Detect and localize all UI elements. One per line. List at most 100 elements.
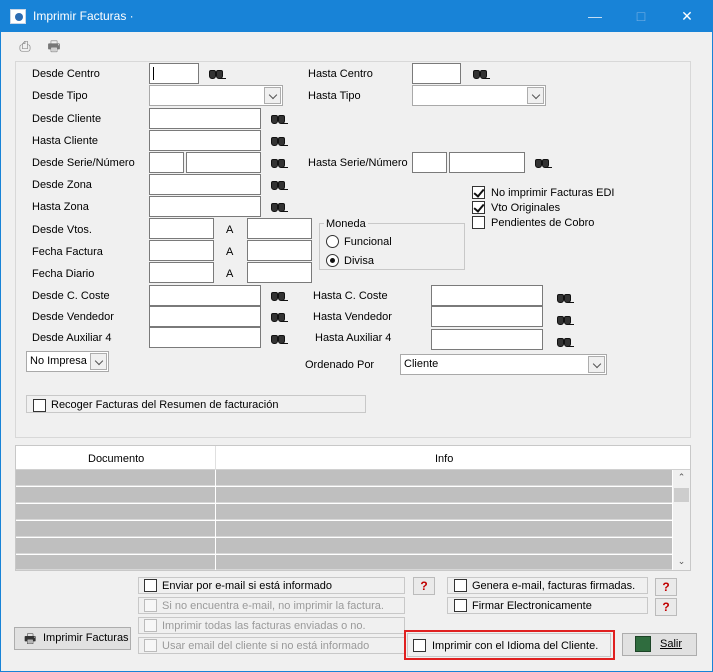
- enviar-email-label: Enviar por e-mail si está informado: [162, 580, 332, 592]
- table-row[interactable]: [16, 538, 672, 554]
- desde-zona-input[interactable]: [149, 174, 261, 195]
- column-divider: [215, 470, 216, 570]
- fecha-diario-hasta-input[interactable]: [247, 262, 312, 283]
- impresa-select[interactable]: No Impresa: [26, 351, 109, 372]
- desde-serie-label: Desde Serie/Número: [32, 157, 135, 169]
- search-desde-zona-icon[interactable]: [270, 179, 288, 191]
- si-no-email-checkbox[interactable]: [144, 599, 157, 612]
- hasta-serie-input[interactable]: [412, 152, 447, 173]
- desde-centro-label: Desde Centro: [32, 68, 100, 80]
- hasta-zona-label: Hasta Zona: [32, 201, 89, 213]
- table-row[interactable]: [16, 521, 672, 537]
- chevron-down-icon[interactable]: [90, 353, 107, 370]
- hasta-vendedor-input[interactable]: [431, 306, 543, 327]
- no-edi-label: No imprimir Facturas EDI: [491, 187, 615, 199]
- imprimir-facturas-label: Imprimir Facturas: [43, 632, 129, 644]
- minimize-button[interactable]: —: [572, 1, 618, 32]
- search-hasta-coste-icon[interactable]: [556, 292, 574, 304]
- close-button[interactable]: ✕: [664, 1, 710, 32]
- fecha-diario-desde-input[interactable]: [149, 262, 214, 283]
- table-row[interactable]: [16, 555, 672, 570]
- moneda-title: Moneda: [324, 217, 368, 231]
- a-label: A: [226, 268, 234, 280]
- search-desde-cliente-icon[interactable]: [270, 113, 288, 125]
- search-desde-auxiliar-icon[interactable]: [270, 333, 288, 345]
- window-title: Imprimir Facturas ·: [33, 9, 134, 23]
- vto-originales-checkbox[interactable]: [472, 201, 485, 214]
- search-hasta-vendedor-icon[interactable]: [556, 314, 574, 326]
- no-edi-checkbox[interactable]: [472, 186, 485, 199]
- genera-email-label: Genera e-mail, facturas firmadas.: [472, 580, 636, 592]
- desde-vendedor-input[interactable]: [149, 306, 261, 327]
- help-firmar-icon[interactable]: ?: [655, 598, 677, 616]
- fecha-factura-desde-input[interactable]: [149, 240, 214, 261]
- title-bar: Imprimir Facturas · — □ ✕: [1, 1, 712, 32]
- chevron-down-icon[interactable]: [588, 356, 605, 373]
- table-row[interactable]: [16, 504, 672, 520]
- recoger-checkbox[interactable]: [33, 399, 46, 412]
- hasta-cliente-input[interactable]: [149, 130, 261, 151]
- usar-email-checkbox[interactable]: [144, 639, 157, 652]
- hasta-vtos-input[interactable]: [247, 218, 312, 239]
- si-no-email-label: Si no encuentra e-mail, no imprimir la f…: [162, 600, 384, 612]
- idioma-checkbox[interactable]: [413, 639, 426, 652]
- desde-cliente-input[interactable]: [149, 108, 261, 129]
- ordenado-por-label: Ordenado Por: [305, 359, 375, 371]
- desde-auxiliar-input[interactable]: [149, 327, 261, 348]
- idioma-label: Imprimir con el Idioma del Cliente.: [432, 640, 599, 652]
- scroll-down-icon[interactable]: ⌄: [676, 556, 687, 567]
- hasta-centro-label: Hasta Centro: [308, 68, 373, 80]
- impresa-value: No Impresa: [30, 355, 87, 367]
- hasta-coste-input[interactable]: [431, 285, 543, 306]
- desde-centro-input[interactable]: [149, 63, 199, 84]
- funcional-radio[interactable]: [326, 235, 339, 248]
- chevron-down-icon[interactable]: [527, 87, 544, 104]
- scroll-up-icon[interactable]: ⌃: [676, 472, 687, 483]
- hasta-numero-input[interactable]: [449, 152, 525, 173]
- header-divider: [215, 446, 216, 470]
- hasta-zona-input[interactable]: [149, 196, 261, 217]
- firmar-label: Firmar Electronicamente: [472, 600, 592, 612]
- help-genera-icon[interactable]: ?: [655, 578, 677, 596]
- search-desde-serie-icon[interactable]: [270, 157, 288, 169]
- search-hasta-zona-icon[interactable]: [270, 201, 288, 213]
- search-hasta-serie-icon[interactable]: [534, 157, 552, 169]
- search-hasta-cliente-icon[interactable]: [270, 135, 288, 147]
- preview-icon[interactable]: ⎙: [16, 37, 34, 55]
- imprimir-todas-checkbox[interactable]: [144, 619, 157, 632]
- scrollbar-thumb[interactable]: [674, 488, 689, 502]
- search-hasta-auxiliar-icon[interactable]: [556, 336, 574, 348]
- salir-button[interactable]: Salir: [622, 633, 697, 656]
- desde-coste-input[interactable]: [149, 285, 261, 306]
- hasta-centro-input[interactable]: [412, 63, 461, 84]
- genera-email-checkbox[interactable]: [454, 579, 467, 592]
- desde-tipo-select[interactable]: [149, 85, 283, 106]
- firmar-checkbox[interactable]: [454, 599, 467, 612]
- desde-serie-input[interactable]: [149, 152, 184, 173]
- table-row[interactable]: [16, 470, 672, 486]
- col-info[interactable]: Info: [435, 452, 453, 466]
- printer-icon[interactable]: 🖶: [45, 37, 63, 55]
- maximize-button[interactable]: □: [618, 1, 664, 32]
- help-email-icon[interactable]: ?: [413, 577, 435, 595]
- fecha-diario-label: Fecha Diario: [32, 268, 95, 280]
- table-row[interactable]: [16, 487, 672, 503]
- fecha-factura-hasta-input[interactable]: [247, 240, 312, 261]
- col-documento[interactable]: Documento: [88, 452, 144, 466]
- hasta-auxiliar-input[interactable]: [431, 329, 543, 350]
- desde-vtos-input[interactable]: [149, 218, 214, 239]
- search-desde-coste-icon[interactable]: [270, 290, 288, 302]
- divisa-radio[interactable]: [326, 254, 339, 267]
- ordenado-por-select[interactable]: Cliente: [400, 354, 607, 375]
- chevron-down-icon[interactable]: [264, 87, 281, 104]
- desde-numero-input[interactable]: [186, 152, 261, 173]
- grid-scrollbar[interactable]: ⌃ ⌄: [673, 470, 690, 570]
- imprimir-facturas-button[interactable]: 🖶 Imprimir Facturas: [14, 627, 131, 650]
- hasta-tipo-select[interactable]: [412, 85, 546, 106]
- search-desde-vendedor-icon[interactable]: [270, 311, 288, 323]
- pendientes-checkbox[interactable]: [472, 216, 485, 229]
- facturas-grid[interactable]: Documento Info ⌃ ⌄: [15, 445, 691, 571]
- search-desde-centro-icon[interactable]: [208, 68, 226, 80]
- enviar-email-checkbox[interactable]: [144, 579, 157, 592]
- search-hasta-centro-icon[interactable]: [472, 68, 490, 80]
